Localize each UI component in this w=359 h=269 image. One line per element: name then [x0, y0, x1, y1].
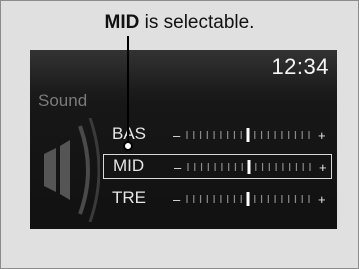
menu-title: Sound	[38, 91, 88, 110]
bass-slider[interactable]: – +	[173, 128, 329, 142]
slider-tick	[308, 131, 310, 139]
callout-caption: MID is selectable.	[0, 12, 359, 34]
slider-tick	[240, 131, 242, 139]
plus-symbol: +	[318, 128, 326, 142]
slider-tick	[207, 163, 209, 171]
slider-tick	[275, 163, 277, 171]
slider-tick	[282, 163, 284, 171]
slider-tick	[267, 131, 269, 139]
slider-tick	[227, 195, 229, 203]
slider-tick	[260, 131, 263, 139]
eq-row-bass[interactable]: BAS – +	[103, 123, 332, 148]
slider-tick	[241, 163, 243, 171]
slider-tick	[233, 195, 236, 203]
slider-tick	[274, 131, 276, 139]
slider-tick	[228, 163, 230, 171]
slider-tick	[268, 163, 270, 171]
slider-tick	[294, 195, 297, 203]
slider-tick	[240, 195, 242, 203]
slider-tick	[213, 195, 215, 203]
minus-symbol: –	[173, 192, 181, 206]
slider-tick	[255, 163, 257, 171]
slider-tick	[309, 163, 311, 171]
status-bar: 12:34	[30, 50, 337, 88]
slider-tick	[200, 163, 203, 171]
slider-tick	[295, 163, 298, 171]
level-marker	[246, 128, 250, 142]
slider-tick	[233, 131, 236, 139]
level-marker	[246, 192, 250, 206]
callout-bold: MID	[104, 12, 140, 33]
eq-row-mid[interactable]: MID – +	[103, 154, 332, 179]
slider-tick	[221, 163, 223, 171]
mid-slider[interactable]: – +	[174, 160, 330, 174]
slider-tick	[267, 195, 269, 203]
slider-tick	[301, 131, 303, 139]
slider-tick	[281, 131, 283, 139]
speaker-icon	[44, 118, 100, 222]
slider-tick	[301, 195, 303, 203]
slider-tick	[213, 131, 215, 139]
slider-tick	[302, 163, 304, 171]
plus-symbol: +	[319, 160, 327, 174]
slider-tick	[193, 195, 195, 203]
slider-tick	[254, 195, 256, 203]
slider-tick	[214, 163, 216, 171]
slider-tick	[193, 131, 195, 139]
eq-label-treble: TRE	[112, 188, 146, 207]
callout-leader-line	[127, 36, 129, 144]
slider-tick	[294, 131, 297, 139]
slider-tick	[289, 163, 291, 171]
minus-symbol: –	[174, 160, 182, 174]
eq-row-treble[interactable]: TRE – +	[103, 187, 332, 212]
callout-rest: is selectable.	[139, 12, 255, 33]
slider-tick	[254, 131, 256, 139]
slider-tick	[260, 195, 263, 203]
slider-tick	[261, 163, 264, 171]
minus-symbol: –	[173, 128, 181, 142]
slider-tick	[206, 195, 208, 203]
slider-tick	[234, 163, 237, 171]
clock: 12:34	[271, 54, 329, 79]
slider-tick	[199, 195, 202, 203]
callout-pointer-dot	[123, 141, 133, 151]
slider-tick	[187, 163, 189, 171]
slider-tick	[186, 195, 188, 203]
slider-tick	[274, 195, 276, 203]
level-marker	[247, 160, 251, 174]
slider-tick	[194, 163, 196, 171]
slider-tick	[288, 195, 290, 203]
slider-tick	[308, 195, 310, 203]
slider-tick	[220, 131, 222, 139]
treble-slider[interactable]: – +	[173, 192, 329, 206]
slider-tick	[199, 131, 202, 139]
slider-tick	[220, 195, 222, 203]
plus-symbol: +	[318, 192, 326, 206]
slider-tick	[186, 131, 188, 139]
slider-tick	[281, 195, 283, 203]
slider-tick	[288, 131, 290, 139]
eq-label-mid: MID	[113, 156, 145, 175]
audio-display: 12:34 Sound BAS – + MID – + TRE – +	[30, 50, 337, 229]
slider-tick	[227, 131, 229, 139]
slider-tick	[206, 131, 208, 139]
